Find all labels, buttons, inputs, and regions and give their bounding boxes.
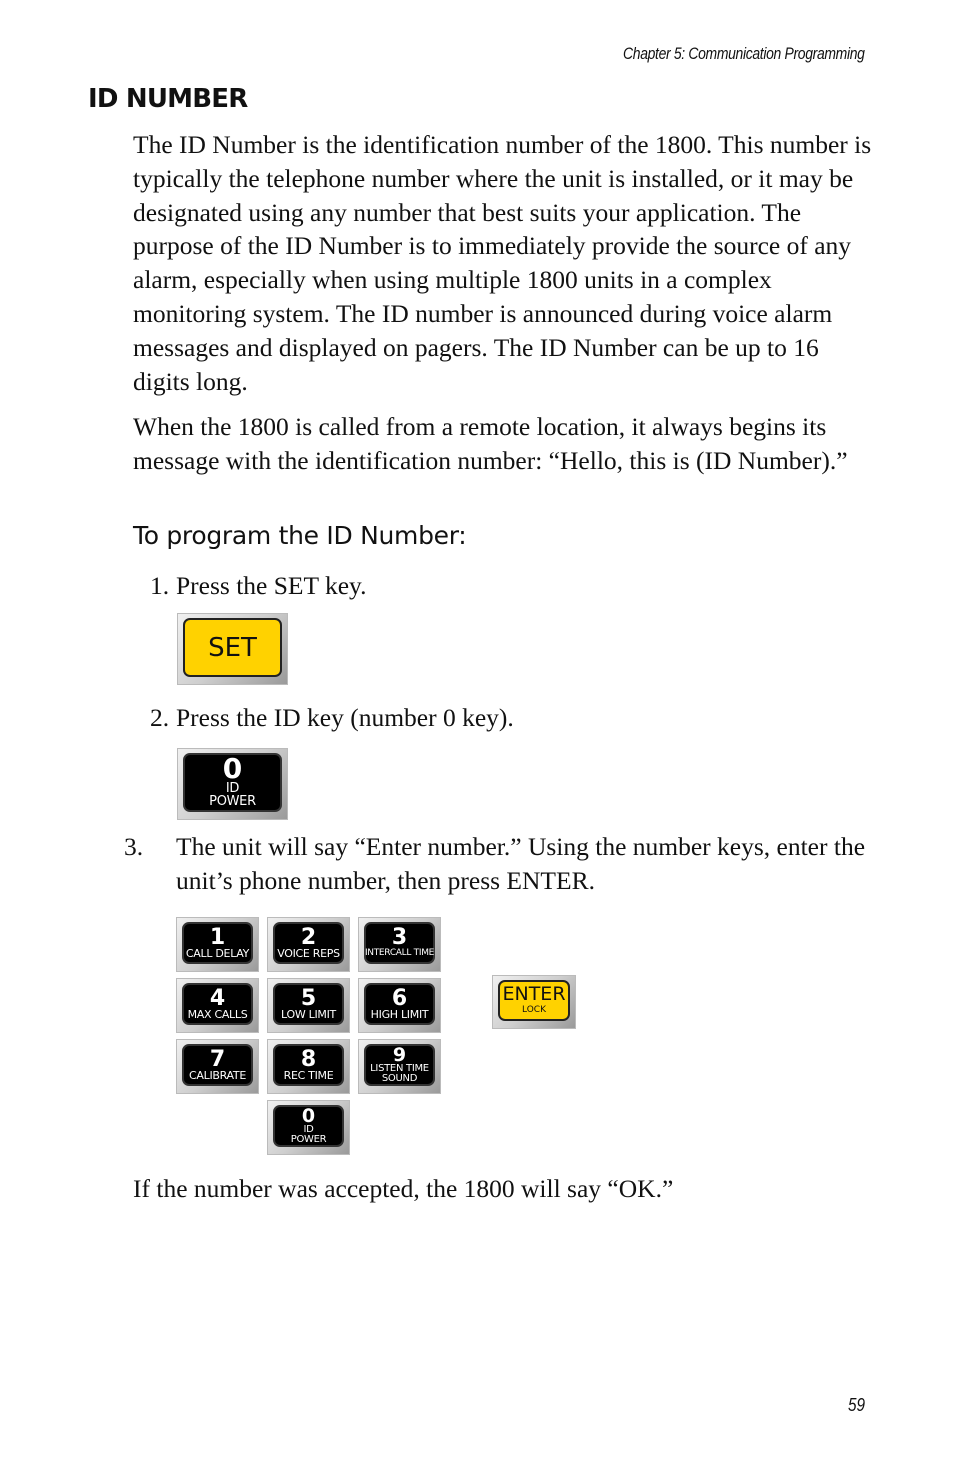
- step-number: 3.: [124, 832, 144, 861]
- set-key-label: SET: [208, 632, 257, 663]
- key-face: 3 INTERCALL TIME: [364, 922, 435, 964]
- keypad-key-3[interactable]: 3 INTERCALL TIME: [358, 917, 441, 972]
- key-face: 6 HIGH LIMIT: [364, 983, 435, 1025]
- key-digit: 6: [391, 985, 408, 1011]
- key-label: ID: [303, 1123, 314, 1135]
- set-key[interactable]: SET: [177, 613, 288, 685]
- key-digit: 8: [300, 1046, 317, 1072]
- paragraph-intro: The ID Number is the identification numb…: [133, 130, 872, 396]
- key-label: LOW LIMIT: [281, 1007, 336, 1021]
- key-face: 0 ID POWER: [273, 1105, 344, 1147]
- running-head: Chapter 5: Communication Programming: [623, 44, 865, 63]
- key-face: 2 VOICE REPS: [273, 922, 344, 964]
- key-label: INTERCALL TIME: [364, 947, 435, 958]
- keypad-key-9[interactable]: 9 LISTEN TIME SOUND: [358, 1039, 441, 1094]
- step-text: Press the ID key (number 0 key).: [176, 703, 514, 732]
- enter-key-face: ENTER LOCK: [498, 980, 570, 1021]
- keypad-key-0[interactable]: 0 ID POWER: [267, 1100, 350, 1155]
- key-digit: 2: [300, 924, 317, 950]
- key-face: 7 CALIBRATE: [182, 1044, 253, 1086]
- outro-text: If the number was accepted, the 1800 wil…: [133, 1174, 674, 1203]
- key-face: 9 LISTEN TIME SOUND: [364, 1044, 435, 1086]
- id-key-face: 0 ID POWER: [183, 753, 282, 812]
- set-key-face: SET: [183, 618, 282, 677]
- key-label: SOUND: [381, 1072, 418, 1084]
- page-number: 59: [847, 1395, 865, 1415]
- step-text: The unit will say “Enter number.” Using …: [176, 832, 866, 895]
- step-number: 1.: [150, 571, 170, 600]
- key-digit: 0: [222, 752, 243, 785]
- step-3: 3. The unit will say “Enter number.” Usin…: [124, 830, 896, 898]
- keypad-key-1[interactable]: 1 CALL DELAY: [176, 917, 259, 972]
- keypad-key-2[interactable]: 2 VOICE REPS: [267, 917, 350, 972]
- key-digit: 3: [391, 924, 408, 950]
- key-label: MAX CALLS: [187, 1007, 248, 1021]
- key-label: VOICE REPS: [277, 946, 340, 960]
- key-label: POWER: [209, 794, 256, 809]
- step-1: 1. Press the SET key.: [150, 569, 367, 603]
- key-digit: 1: [209, 924, 226, 950]
- key-digit: 9: [392, 1043, 407, 1066]
- step-text: Press the SET key.: [176, 571, 367, 600]
- procedure-subhead: To program the ID Number:: [133, 521, 467, 550]
- section-title: ID NUMBER: [88, 84, 248, 114]
- step-number: 2.: [150, 703, 170, 732]
- keypad-key-4[interactable]: 4 MAX CALLS: [176, 978, 259, 1033]
- keypad-key-8[interactable]: 8 REC TIME: [267, 1039, 350, 1094]
- key-digit: 4: [209, 985, 226, 1011]
- paragraph-greeting: When the 1800 is called from a remote lo…: [133, 412, 848, 475]
- key-digit: 7: [209, 1046, 226, 1072]
- key-label: LISTEN TIME: [370, 1062, 429, 1074]
- key-face: 1 CALL DELAY: [182, 922, 253, 964]
- enter-key[interactable]: ENTER LOCK: [492, 975, 576, 1029]
- key-label: HIGH LIMIT: [370, 1007, 429, 1021]
- key-face: 4 MAX CALLS: [182, 983, 253, 1025]
- key-face: 5 LOW LIMIT: [273, 983, 344, 1025]
- keypad-key-6[interactable]: 6 HIGH LIMIT: [358, 978, 441, 1033]
- step-2: 2. Press the ID key (number 0 key).: [150, 701, 514, 735]
- keypad-key-7[interactable]: 7 CALIBRATE: [176, 1039, 259, 1094]
- key-digit: 0: [301, 1104, 316, 1127]
- key-label: CALIBRATE: [189, 1068, 246, 1082]
- keypad-key-5[interactable]: 5 LOW LIMIT: [267, 978, 350, 1033]
- key-label: CALL DELAY: [185, 946, 250, 960]
- key-digit: 5: [300, 985, 317, 1011]
- key-label: REC TIME: [283, 1068, 334, 1082]
- enter-key-label: ENTER: [502, 983, 566, 1005]
- key-face: 8 REC TIME: [273, 1044, 344, 1086]
- enter-key-sublabel: LOCK: [522, 1005, 546, 1015]
- id-key[interactable]: 0 ID POWER: [177, 748, 288, 820]
- key-label: POWER: [290, 1133, 327, 1145]
